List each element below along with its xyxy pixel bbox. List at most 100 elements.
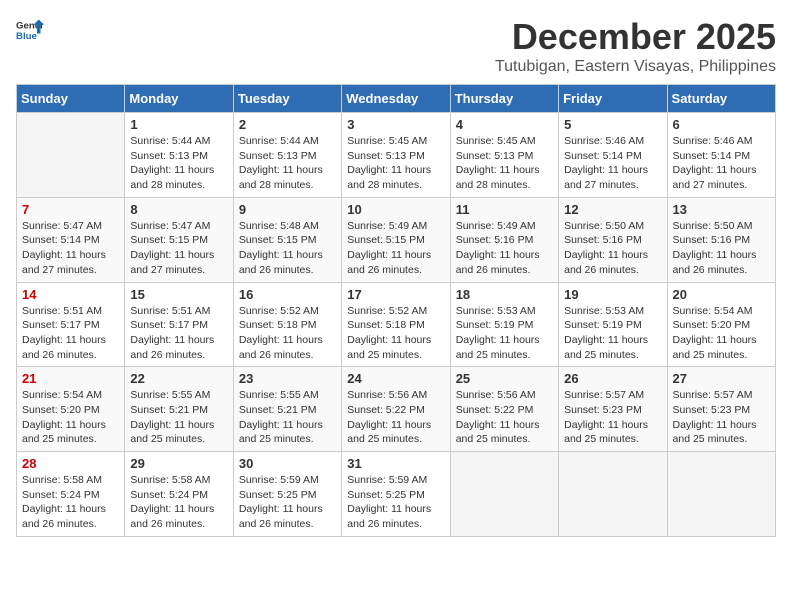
day-info: Sunrise: 5:57 AM Sunset: 5:23 PM Dayligh…: [673, 388, 770, 447]
day-info: Sunrise: 5:45 AM Sunset: 5:13 PM Dayligh…: [347, 134, 444, 193]
day-number: 11: [456, 202, 553, 217]
day-info: Sunrise: 5:56 AM Sunset: 5:22 PM Dayligh…: [456, 388, 553, 447]
day-info: Sunrise: 5:49 AM Sunset: 5:15 PM Dayligh…: [347, 219, 444, 278]
day-number: 5: [564, 117, 661, 132]
calendar-day-header: Wednesday: [342, 85, 450, 113]
day-info: Sunrise: 5:53 AM Sunset: 5:19 PM Dayligh…: [564, 304, 661, 363]
day-info: Sunrise: 5:54 AM Sunset: 5:20 PM Dayligh…: [22, 388, 119, 447]
calendar-cell: 4 Sunrise: 5:45 AM Sunset: 5:13 PM Daylig…: [450, 113, 558, 198]
day-info: Sunrise: 5:44 AM Sunset: 5:13 PM Dayligh…: [239, 134, 336, 193]
calendar-cell: 13Sunrise: 5:50 AM Sunset: 5:16 PM Dayli…: [667, 197, 775, 282]
day-number: 26: [564, 371, 661, 386]
calendar-cell: 15 Sunrise: 5:51 AM Sunset: 5:17 PM Dayli…: [125, 282, 233, 367]
logo-icon: General Blue: [16, 16, 44, 44]
svg-text:Blue: Blue: [16, 31, 37, 42]
day-info: Sunrise: 5:48 AM Sunset: 5:15 PM Dayligh…: [239, 219, 336, 278]
calendar-day-header: Saturday: [667, 85, 775, 113]
calendar-cell: 17 Sunrise: 5:52 AM Sunset: 5:18 PM Dayli…: [342, 282, 450, 367]
day-number: 22: [130, 371, 227, 386]
calendar-cell: [450, 452, 558, 537]
day-info: Sunrise: 5:46 AM Sunset: 5:14 PM Dayligh…: [564, 134, 661, 193]
calendar-cell: 7Sunrise: 5:47 AM Sunset: 5:14 PM Daylig…: [17, 197, 125, 282]
calendar-cell: 14 Sunrise: 5:51 AM Sunset: 5:17 PM Dayli…: [17, 282, 125, 367]
calendar-cell: 26 Sunrise: 5:57 AM Sunset: 5:23 PM Dayli…: [559, 367, 667, 452]
day-info: Sunrise: 5:59 AM Sunset: 5:25 PM Dayligh…: [347, 473, 444, 532]
calendar-cell: 12Sunrise: 5:50 AM Sunset: 5:16 PM Dayli…: [559, 197, 667, 282]
day-number: 24: [347, 371, 444, 386]
day-number: 9: [239, 202, 336, 217]
day-number: 27: [673, 371, 770, 386]
calendar-cell: 16 Sunrise: 5:52 AM Sunset: 5:18 PM Dayli…: [233, 282, 341, 367]
calendar-table: SundayMondayTuesdayWednesdayThursdayFrid…: [16, 84, 776, 537]
day-number: 8: [130, 202, 227, 217]
day-info: Sunrise: 5:59 AM Sunset: 5:25 PM Dayligh…: [239, 473, 336, 532]
calendar-cell: 22Sunrise: 5:55 AM Sunset: 5:21 PM Dayli…: [125, 367, 233, 452]
day-number: 18: [456, 287, 553, 302]
day-number: 2: [239, 117, 336, 132]
day-info: Sunrise: 5:50 AM Sunset: 5:16 PM Dayligh…: [564, 219, 661, 278]
calendar-cell: 19 Sunrise: 5:53 AM Sunset: 5:19 PM Dayli…: [559, 282, 667, 367]
day-number: 21: [22, 371, 119, 386]
calendar-cell: 27 Sunrise: 5:57 AM Sunset: 5:23 PM Dayli…: [667, 367, 775, 452]
day-number: 7: [22, 202, 119, 217]
calendar-cell: 3 Sunrise: 5:45 AM Sunset: 5:13 PM Daylig…: [342, 113, 450, 198]
calendar-cell: 30 Sunrise: 5:59 AM Sunset: 5:25 PM Dayli…: [233, 452, 341, 537]
calendar-cell: 23 Sunrise: 5:55 AM Sunset: 5:21 PM Dayli…: [233, 367, 341, 452]
calendar-day-header: Friday: [559, 85, 667, 113]
day-number: 6: [673, 117, 770, 132]
calendar-cell: 8 Sunrise: 5:47 AM Sunset: 5:15 PM Daylig…: [125, 197, 233, 282]
page-header: General Blue December 2025 Tutubigan, Ea…: [16, 16, 776, 76]
calendar-cell: 9 Sunrise: 5:48 AM Sunset: 5:15 PM Daylig…: [233, 197, 341, 282]
day-number: 17: [347, 287, 444, 302]
day-number: 14: [22, 287, 119, 302]
calendar-day-header: Sunday: [17, 85, 125, 113]
calendar-cell: 2 Sunrise: 5:44 AM Sunset: 5:13 PM Daylig…: [233, 113, 341, 198]
day-number: 25: [456, 371, 553, 386]
location-title: Tutubigan, Eastern Visayas, Philippines: [495, 58, 776, 76]
month-title: December 2025: [495, 16, 776, 58]
day-number: 16: [239, 287, 336, 302]
day-number: 30: [239, 456, 336, 471]
calendar-day-header: Monday: [125, 85, 233, 113]
day-info: Sunrise: 5:44 AM Sunset: 5:13 PM Dayligh…: [130, 134, 227, 193]
day-info: Sunrise: 5:47 AM Sunset: 5:15 PM Dayligh…: [130, 219, 227, 278]
day-info: Sunrise: 5:52 AM Sunset: 5:18 PM Dayligh…: [347, 304, 444, 363]
day-info: Sunrise: 5:54 AM Sunset: 5:20 PM Dayligh…: [673, 304, 770, 363]
day-number: 23: [239, 371, 336, 386]
day-info: Sunrise: 5:51 AM Sunset: 5:17 PM Dayligh…: [22, 304, 119, 363]
day-number: 20: [673, 287, 770, 302]
day-number: 19: [564, 287, 661, 302]
calendar-header: SundayMondayTuesdayWednesdayThursdayFrid…: [17, 85, 776, 113]
day-info: Sunrise: 5:58 AM Sunset: 5:24 PM Dayligh…: [22, 473, 119, 532]
day-number: 28: [22, 456, 119, 471]
day-info: Sunrise: 5:45 AM Sunset: 5:13 PM Dayligh…: [456, 134, 553, 193]
day-info: Sunrise: 5:55 AM Sunset: 5:21 PM Dayligh…: [239, 388, 336, 447]
day-info: Sunrise: 5:57 AM Sunset: 5:23 PM Dayligh…: [564, 388, 661, 447]
day-info: Sunrise: 5:46 AM Sunset: 5:14 PM Dayligh…: [673, 134, 770, 193]
day-info: Sunrise: 5:52 AM Sunset: 5:18 PM Dayligh…: [239, 304, 336, 363]
day-number: 1: [130, 117, 227, 132]
calendar-cell: 11 Sunrise: 5:49 AM Sunset: 5:16 PM Dayli…: [450, 197, 558, 282]
day-info: Sunrise: 5:56 AM Sunset: 5:22 PM Dayligh…: [347, 388, 444, 447]
calendar-cell: 5 Sunrise: 5:46 AM Sunset: 5:14 PM Daylig…: [559, 113, 667, 198]
day-number: 4: [456, 117, 553, 132]
day-info: Sunrise: 5:49 AM Sunset: 5:16 PM Dayligh…: [456, 219, 553, 278]
calendar-cell: 20 Sunrise: 5:54 AM Sunset: 5:20 PM Dayli…: [667, 282, 775, 367]
calendar-cell: 1 Sunrise: 5:44 AM Sunset: 5:13 PM Daylig…: [125, 113, 233, 198]
day-number: 10: [347, 202, 444, 217]
calendar-day-header: Thursday: [450, 85, 558, 113]
day-number: 15: [130, 287, 227, 302]
calendar-cell: 24 Sunrise: 5:56 AM Sunset: 5:22 PM Dayli…: [342, 367, 450, 452]
calendar-day-header: Tuesday: [233, 85, 341, 113]
day-number: 13: [673, 202, 770, 217]
day-info: Sunrise: 5:58 AM Sunset: 5:24 PM Dayligh…: [130, 473, 227, 532]
calendar-cell: 31Sunrise: 5:59 AM Sunset: 5:25 PM Dayli…: [342, 452, 450, 537]
calendar-cell: 25 Sunrise: 5:56 AM Sunset: 5:22 PM Dayli…: [450, 367, 558, 452]
calendar-cell: 29Sunrise: 5:58 AM Sunset: 5:24 PM Dayli…: [125, 452, 233, 537]
calendar-cell: 10 Sunrise: 5:49 AM Sunset: 5:15 PM Dayli…: [342, 197, 450, 282]
calendar-cell: 21 Sunrise: 5:54 AM Sunset: 5:20 PM Dayli…: [17, 367, 125, 452]
day-info: Sunrise: 5:51 AM Sunset: 5:17 PM Dayligh…: [130, 304, 227, 363]
calendar-cell: 18 Sunrise: 5:53 AM Sunset: 5:19 PM Dayli…: [450, 282, 558, 367]
day-info: Sunrise: 5:53 AM Sunset: 5:19 PM Dayligh…: [456, 304, 553, 363]
day-number: 3: [347, 117, 444, 132]
